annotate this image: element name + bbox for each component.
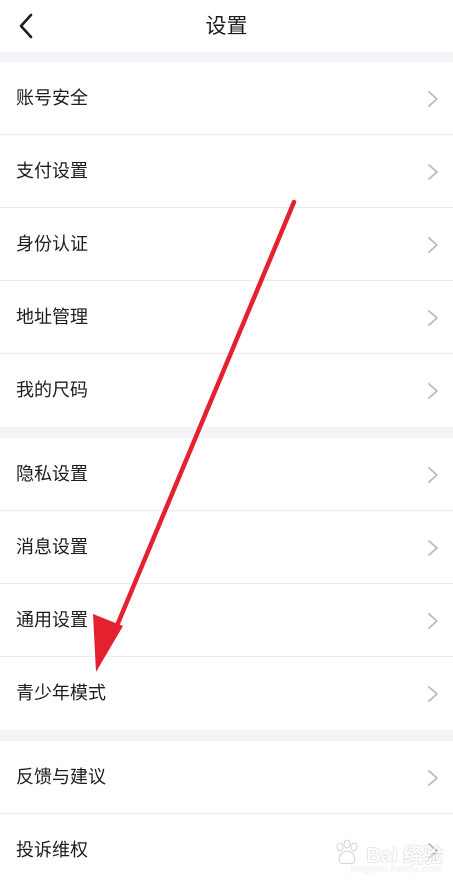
settings-item-general[interactable]: 通用设置 [0,584,453,657]
watermark-subtext: jingyan.baidu.com [350,864,443,875]
settings-item-label: 青少年模式 [16,682,106,704]
settings-item-messages[interactable]: 消息设置 [0,511,453,584]
settings-item-label: 我的尺码 [16,379,88,401]
chevron-right-icon [428,612,438,629]
chevron-right-icon [428,685,438,702]
chevron-right-icon [428,466,438,483]
settings-item-account-security[interactable]: 账号安全 [0,62,453,135]
chevron-right-icon [428,309,438,326]
chevron-right-icon [428,382,438,399]
settings-item-label: 投诉维权 [16,839,88,861]
chevron-right-icon [428,163,438,180]
chevron-right-icon [428,236,438,253]
settings-item-label: 消息设置 [16,536,88,558]
settings-item-identity[interactable]: 身份认证 [0,208,453,281]
chevron-right-icon [428,769,438,786]
settings-item-label: 反馈与建议 [16,766,106,788]
watermark: Bai 经验 jingyan.baidu.com [332,828,443,878]
settings-item-label: 身份认证 [16,233,88,255]
settings-item-label: 账号安全 [16,87,88,109]
settings-item-teen-mode[interactable]: 青少年模式 [0,657,453,730]
settings-group-account: 账号安全 支付设置 身份认证 地址管理 我的尺码 [0,62,453,427]
nav-bar: 设置 [0,0,453,52]
settings-item-label: 通用设置 [16,609,88,631]
settings-screen: 设置 账号安全 支付设置 身份认证 地址管理 我的尺码 隐私设置 消息设置 通用… [0,0,453,887]
settings-item-label: 支付设置 [16,160,88,182]
settings-group-general: 隐私设置 消息设置 通用设置 青少年模式 [0,438,453,730]
chevron-right-icon [428,539,438,556]
settings-item-feedback[interactable]: 反馈与建议 [0,741,453,814]
settings-item-my-size[interactable]: 我的尺码 [0,354,453,427]
settings-item-privacy[interactable]: 隐私设置 [0,438,453,511]
chevron-right-icon [428,90,438,107]
settings-item-address[interactable]: 地址管理 [0,281,453,354]
page-title: 设置 [205,14,248,38]
settings-item-label: 隐私设置 [16,463,88,485]
settings-item-label: 地址管理 [16,306,88,328]
settings-item-payment[interactable]: 支付设置 [0,135,453,208]
